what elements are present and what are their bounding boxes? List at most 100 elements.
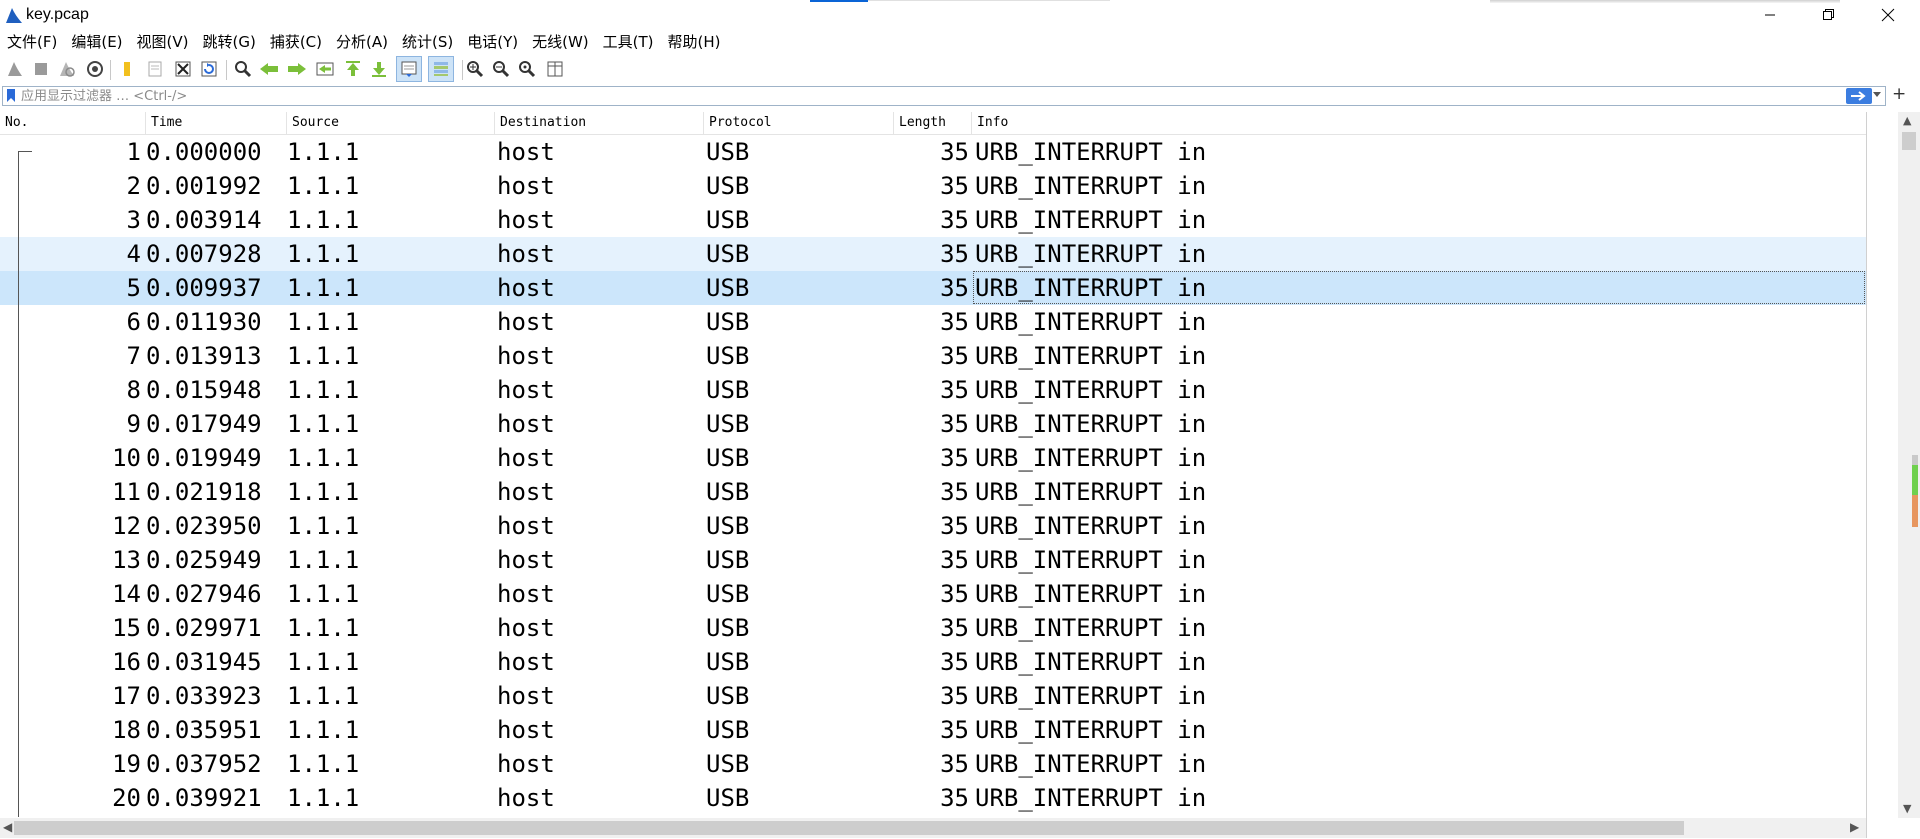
menu-help[interactable]: 帮助(H) (661, 30, 728, 54)
go-forward-button[interactable] (286, 56, 308, 82)
packet-row[interactable]: 13 0.025949 1.1.1 host USB 35 URB_INTERRUPT in (0, 543, 1866, 577)
packet-info: URB_INTERRUPT in (975, 410, 1207, 438)
packet-row[interactable]: 6 0.011930 1.1.1 host USB 35 URB_INTERRUPT in (0, 305, 1866, 339)
menu-tools[interactable]: 工具(T) (596, 30, 661, 54)
packet-protocol: USB (706, 206, 750, 234)
add-filter-button[interactable]: + (1892, 84, 1906, 104)
packet-time: 0.019949 (146, 444, 262, 472)
packet-row[interactable]: 16 0.031945 1.1.1 host USB 35 URB_INTERRUPT in (0, 645, 1866, 679)
menu-edit[interactable]: 编辑(E) (64, 30, 129, 54)
scroll-up-icon[interactable]: ▲ (1903, 114, 1911, 127)
minimize-button[interactable] (1742, 0, 1798, 30)
packet-source: 1.1.1 (287, 546, 360, 574)
capture-options-button[interactable] (84, 56, 106, 82)
apply-filter-icon[interactable] (1846, 88, 1872, 104)
column-header-length[interactable]: Length (894, 112, 972, 134)
display-filter-input[interactable] (21, 87, 1821, 105)
packet-row[interactable]: 15 0.029971 1.1.1 host USB 35 URB_INTERRUPT in (0, 611, 1866, 645)
menu-capture[interactable]: 捕获(C) (263, 30, 329, 54)
packet-length: 35 (940, 342, 969, 370)
autoscroll-button[interactable] (396, 56, 422, 82)
save-file-button[interactable] (144, 56, 166, 82)
go-to-packet-button[interactable] (314, 56, 336, 82)
packet-row[interactable]: 5 0.009937 1.1.1 host USB 35 URB_INTERRUPT in (0, 271, 1866, 305)
vertical-scrollbar[interactable]: ▲ ▼ (1898, 112, 1920, 818)
packet-time: 0.029971 (146, 614, 262, 642)
start-capture-button[interactable] (4, 56, 26, 82)
open-file-button[interactable] (116, 56, 138, 82)
go-last-button[interactable] (368, 56, 390, 82)
packet-protocol: USB (706, 240, 750, 268)
find-packet-button[interactable] (232, 56, 254, 82)
packet-protocol: USB (706, 580, 750, 608)
packet-info: URB_INTERRUPT in (975, 512, 1207, 540)
scroll-left-icon[interactable]: ◀ (3, 820, 12, 834)
packet-row[interactable]: 19 0.037952 1.1.1 host USB 35 URB_INTERRUPT in (0, 747, 1866, 781)
packet-source: 1.1.1 (287, 648, 360, 676)
packet-source: 1.1.1 (287, 376, 360, 404)
packet-row[interactable]: 10 0.019949 1.1.1 host USB 35 URB_INTERRUPT in (0, 441, 1866, 475)
packet-length: 35 (940, 410, 969, 438)
packet-row[interactable]: 3 0.003914 1.1.1 host USB 35 URB_INTERRUPT in (0, 203, 1866, 237)
packet-row[interactable]: 14 0.027946 1.1.1 host USB 35 URB_INTERRUPT in (0, 577, 1866, 611)
reload-file-button[interactable] (198, 56, 220, 82)
scroll-down-icon[interactable]: ▼ (1903, 802, 1911, 815)
conversation-tree-start (18, 151, 32, 152)
packet-source: 1.1.1 (287, 410, 360, 438)
packet-info: URB_INTERRUPT in (975, 172, 1207, 200)
column-header-protocol[interactable]: Protocol (704, 112, 894, 134)
packet-row[interactable]: 9 0.017949 1.1.1 host USB 35 URB_INTERRUPT in (0, 407, 1866, 441)
go-back-button[interactable] (258, 56, 280, 82)
packet-info: URB_INTERRUPT in (975, 240, 1207, 268)
packet-time: 0.013913 (146, 342, 262, 370)
column-header-time[interactable]: Time (146, 112, 287, 134)
menu-file[interactable]: 文件(F) (0, 30, 64, 54)
close-button[interactable] (1860, 0, 1916, 30)
packet-length: 35 (940, 512, 969, 540)
packet-length: 35 (940, 240, 969, 268)
packet-row[interactable]: 7 0.013913 1.1.1 host USB 35 URB_INTERRUPT in (0, 339, 1866, 373)
menu-statistics[interactable]: 统计(S) (395, 30, 460, 54)
horizontal-scrollbar[interactable]: ◀ ▶ (0, 818, 1866, 838)
bookmark-icon[interactable] (7, 89, 15, 102)
packet-destination: host (497, 172, 555, 200)
packet-row[interactable]: 8 0.015948 1.1.1 host USB 35 URB_INTERRUPT in (0, 373, 1866, 407)
column-header-source[interactable]: Source (287, 112, 495, 134)
go-first-button[interactable] (342, 56, 364, 82)
menu-go[interactable]: 跳转(G) (196, 30, 263, 54)
packet-row[interactable]: 11 0.021918 1.1.1 host USB 35 URB_INTERRUPT in (0, 475, 1866, 509)
restart-capture-button[interactable] (56, 56, 78, 82)
packet-row[interactable]: 18 0.035951 1.1.1 host USB 35 URB_INTERRUPT in (0, 713, 1866, 747)
packet-info: URB_INTERRUPT in (975, 444, 1207, 472)
packet-info: URB_INTERRUPT in (975, 376, 1207, 404)
menu-telephony[interactable]: 电话(Y) (460, 30, 525, 54)
packet-row[interactable]: 17 0.033923 1.1.1 host USB 35 URB_INTERRUPT in (0, 679, 1866, 713)
packet-length: 35 (940, 546, 969, 574)
column-header-info[interactable]: Info (972, 112, 1866, 134)
menu-view[interactable]: 视图(V) (130, 30, 196, 54)
horizontal-scroll-thumb[interactable] (14, 821, 1684, 835)
filter-history-dropdown-icon[interactable] (1872, 90, 1882, 98)
packet-row[interactable]: 12 0.023950 1.1.1 host USB 35 URB_INTERRUPT in (0, 509, 1866, 543)
menu-analyze[interactable]: 分析(A) (329, 30, 395, 54)
vertical-scroll-thumb[interactable] (1902, 132, 1916, 150)
packet-time: 0.000000 (146, 138, 262, 166)
column-header-destination[interactable]: Destination (495, 112, 704, 134)
packet-row[interactable]: 2 0.001992 1.1.1 host USB 35 URB_INTERRUPT in (0, 169, 1866, 203)
colorize-button[interactable] (428, 56, 454, 82)
packet-no: 5 (126, 274, 141, 302)
packet-info: URB_INTERRUPT in (975, 546, 1207, 574)
close-file-button[interactable] (172, 56, 194, 82)
stop-capture-button[interactable] (30, 56, 52, 82)
packet-row[interactable]: 20 0.039921 1.1.1 host USB 35 URB_INTERRUPT in (0, 781, 1866, 815)
packet-row[interactable]: 1 0.000000 1.1.1 host USB 35 URB_INTERRUPT in (0, 135, 1866, 169)
menu-wireless[interactable]: 无线(W) (525, 30, 596, 54)
zoom-out-button[interactable] (490, 56, 512, 82)
resize-columns-button[interactable] (544, 56, 566, 82)
zoom-in-button[interactable] (464, 56, 486, 82)
restore-button[interactable] (1801, 0, 1857, 30)
scroll-right-icon[interactable]: ▶ (1850, 820, 1859, 834)
packet-row[interactable]: 4 0.007928 1.1.1 host USB 35 URB_INTERRUPT in (0, 237, 1866, 271)
column-header-no[interactable]: No. (0, 112, 146, 134)
normal-size-button[interactable] (516, 56, 538, 82)
